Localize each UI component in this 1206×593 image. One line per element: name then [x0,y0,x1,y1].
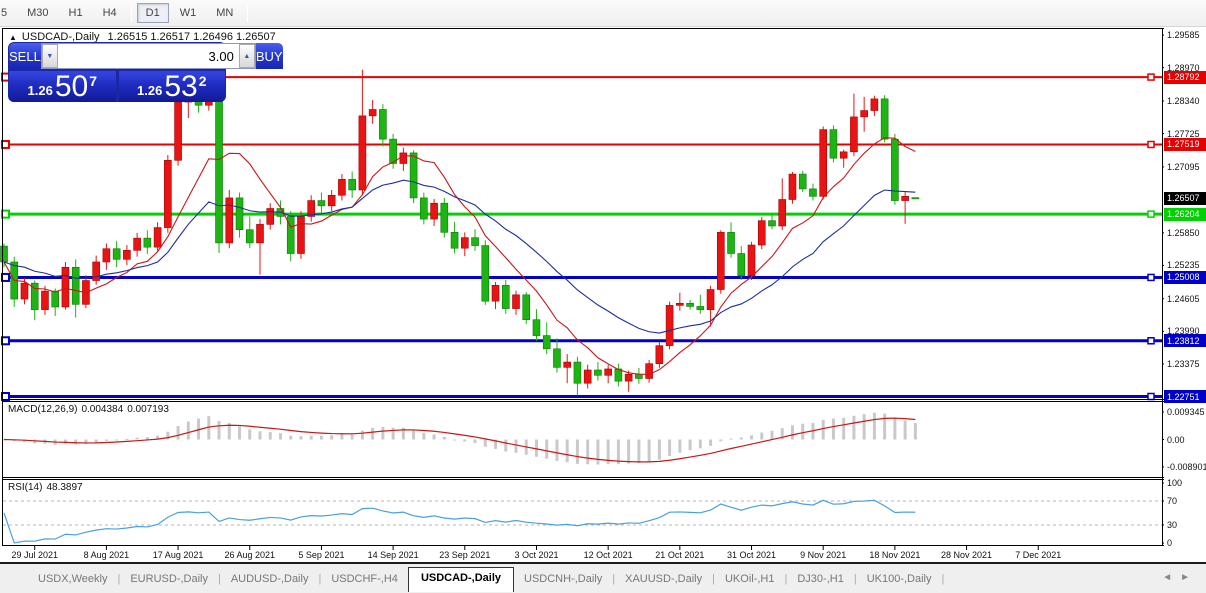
level-badge-1.26204: 1.26204 [1164,208,1206,221]
volume-decrease-button[interactable]: ▼ [42,44,58,68]
price-tick-label: 1.25235 [1167,260,1200,270]
price-tick-label: 1.28340 [1167,96,1200,106]
price-tick-label: 1.24605 [1167,294,1200,304]
tab-usdchf-h4[interactable]: USDCHF-,H4 [321,573,408,585]
rsi-indicator-label: RSI(14) 48.3897 [8,482,87,493]
tab-usdx-weekly[interactable]: USDX,Weekly [28,573,117,585]
level-badge-1.23812: 1.23812 [1164,334,1206,347]
buy-button[interactable]: BUY [256,43,283,69]
buy-price-display[interactable]: 1.26 53 2 [119,71,226,102]
price-scale: 1.295851.289701.283401.277251.270951.258… [1164,28,1206,546]
trading-platform-window: 5M30H1H4D1W1MN ▲USDCAD-,Daily1.26515 1.2… [0,0,1206,593]
rsi-scale-label: 100 [1167,478,1182,488]
level-badge-1.25008: 1.25008 [1164,271,1206,284]
volume-input[interactable] [58,44,239,68]
sell-button[interactable]: SELL [9,43,41,69]
volume-spinner: ▼ ▲ [41,43,256,69]
price-tick-label: 1.23375 [1167,359,1200,369]
rsi-scale-label: 70 [1167,496,1177,506]
date-label: 23 Sep 2021 [439,550,490,560]
date-label: 26 Aug 2021 [224,550,275,560]
level-handle-left-1.25008[interactable] [2,274,9,281]
macd-scale-label: -0.008901 [1167,462,1206,472]
tab-usdcad-daily[interactable]: USDCAD-,Daily [408,567,514,592]
current-price-badge: 1.26507 [1164,192,1206,205]
tab-eurusd-daily[interactable]: EURUSD-,Daily [120,573,218,585]
level-handle-left-1.27519[interactable] [2,141,9,148]
level-handle-left-1.23812[interactable] [2,337,9,344]
date-label: 21 Oct 2021 [655,550,704,560]
level-handle-left-1.22751[interactable] [2,393,9,400]
level-handle-right-1.25008[interactable] [1148,274,1154,280]
symbol-tab-bar: USDX,Weekly|EURUSD-,Daily|AUDUSD-,Daily|… [0,562,1206,593]
level-badge-1.28792: 1.28792 [1164,71,1206,84]
date-label: 5 Sep 2021 [298,550,344,560]
rsi-current-value: 48.3897 [46,482,82,493]
date-label: 3 Oct 2021 [514,550,558,560]
tab-scroll-right-icon[interactable]: ► [1180,572,1198,583]
tab-scroll-left-icon[interactable]: ◄ [1162,572,1180,583]
tab-usdcnh-daily[interactable]: USDCNH-,Daily [514,573,612,585]
date-label: 17 Aug 2021 [153,550,204,560]
rsi-scale-label: 30 [1167,520,1177,530]
level-handle-left-1.26204[interactable] [2,211,9,218]
volume-increase-button[interactable]: ▲ [239,44,255,68]
collapse-triangle-icon[interactable]: ▲ [9,33,17,42]
date-label: 18 Nov 2021 [869,550,920,560]
rsi-scale-label: 0 [1167,538,1172,548]
tab-separator: | [942,573,945,585]
sell-price-sup: 7 [89,73,97,89]
macd-signal-value: 0.007193 [127,404,169,415]
level-handle-right-1.26204[interactable] [1148,211,1154,217]
level-badge-1.22751: 1.22751 [1164,390,1206,403]
price-tick-label: 1.29585 [1167,30,1200,40]
tab-ukoil-h1[interactable]: UKOil-,H1 [715,573,785,585]
one-click-trading-panel: SELL ▼ ▲ BUY 1.26 50 7 1.26 53 2 [8,42,226,102]
macd-scale-label: 0.00 [1167,435,1185,445]
sell-price-display[interactable]: 1.26 50 7 [9,71,116,102]
buy-price-sup: 2 [199,73,207,89]
macd-scale-label: 0.009345 [1167,407,1205,417]
date-label: 12 Oct 2021 [584,550,633,560]
level-handle-right-1.23812[interactable] [1148,338,1154,344]
buy-price-big: 53 [164,73,197,101]
tab-xauusd-daily[interactable]: XAUUSD-,Daily [615,573,712,585]
tab-dj30-h1[interactable]: DJ30-,H1 [787,573,853,585]
level-handle-right-1.27519[interactable] [1148,141,1154,147]
tab-scroll-arrows[interactable]: ◄► [1162,572,1198,583]
date-label: 29 Jul 2021 [11,550,58,560]
date-label: 9 Nov 2021 [800,550,846,560]
macd-indicator-label: MACD(12,26,9) 0.004384 0.007193 [8,404,173,415]
price-tick-label: 1.27095 [1167,162,1200,172]
macd-current-value: 0.004384 [81,404,123,415]
sell-price-prefix: 1.26 [28,83,53,98]
sell-price-big: 50 [55,73,88,101]
date-label: 14 Sep 2021 [368,550,419,560]
tab-uk100-daily[interactable]: UK100-,Daily [857,573,942,585]
price-tick-label: 1.25850 [1167,228,1200,238]
date-label: 8 Aug 2021 [84,550,130,560]
macd-name: MACD(12,26,9) [8,404,77,415]
level-handle-right-1.28792[interactable] [1148,74,1154,80]
date-label: 28 Nov 2021 [941,550,992,560]
rsi-name: RSI(14) [8,482,42,493]
level-handle-right-1.22751[interactable] [1148,394,1154,400]
date-label: 7 Dec 2021 [1015,550,1061,560]
date-label: 31 Oct 2021 [727,550,776,560]
buy-price-prefix: 1.26 [137,83,162,98]
tab-audusd-daily[interactable]: AUDUSD-,Daily [221,573,319,585]
level-badge-1.27519: 1.27519 [1164,138,1206,151]
